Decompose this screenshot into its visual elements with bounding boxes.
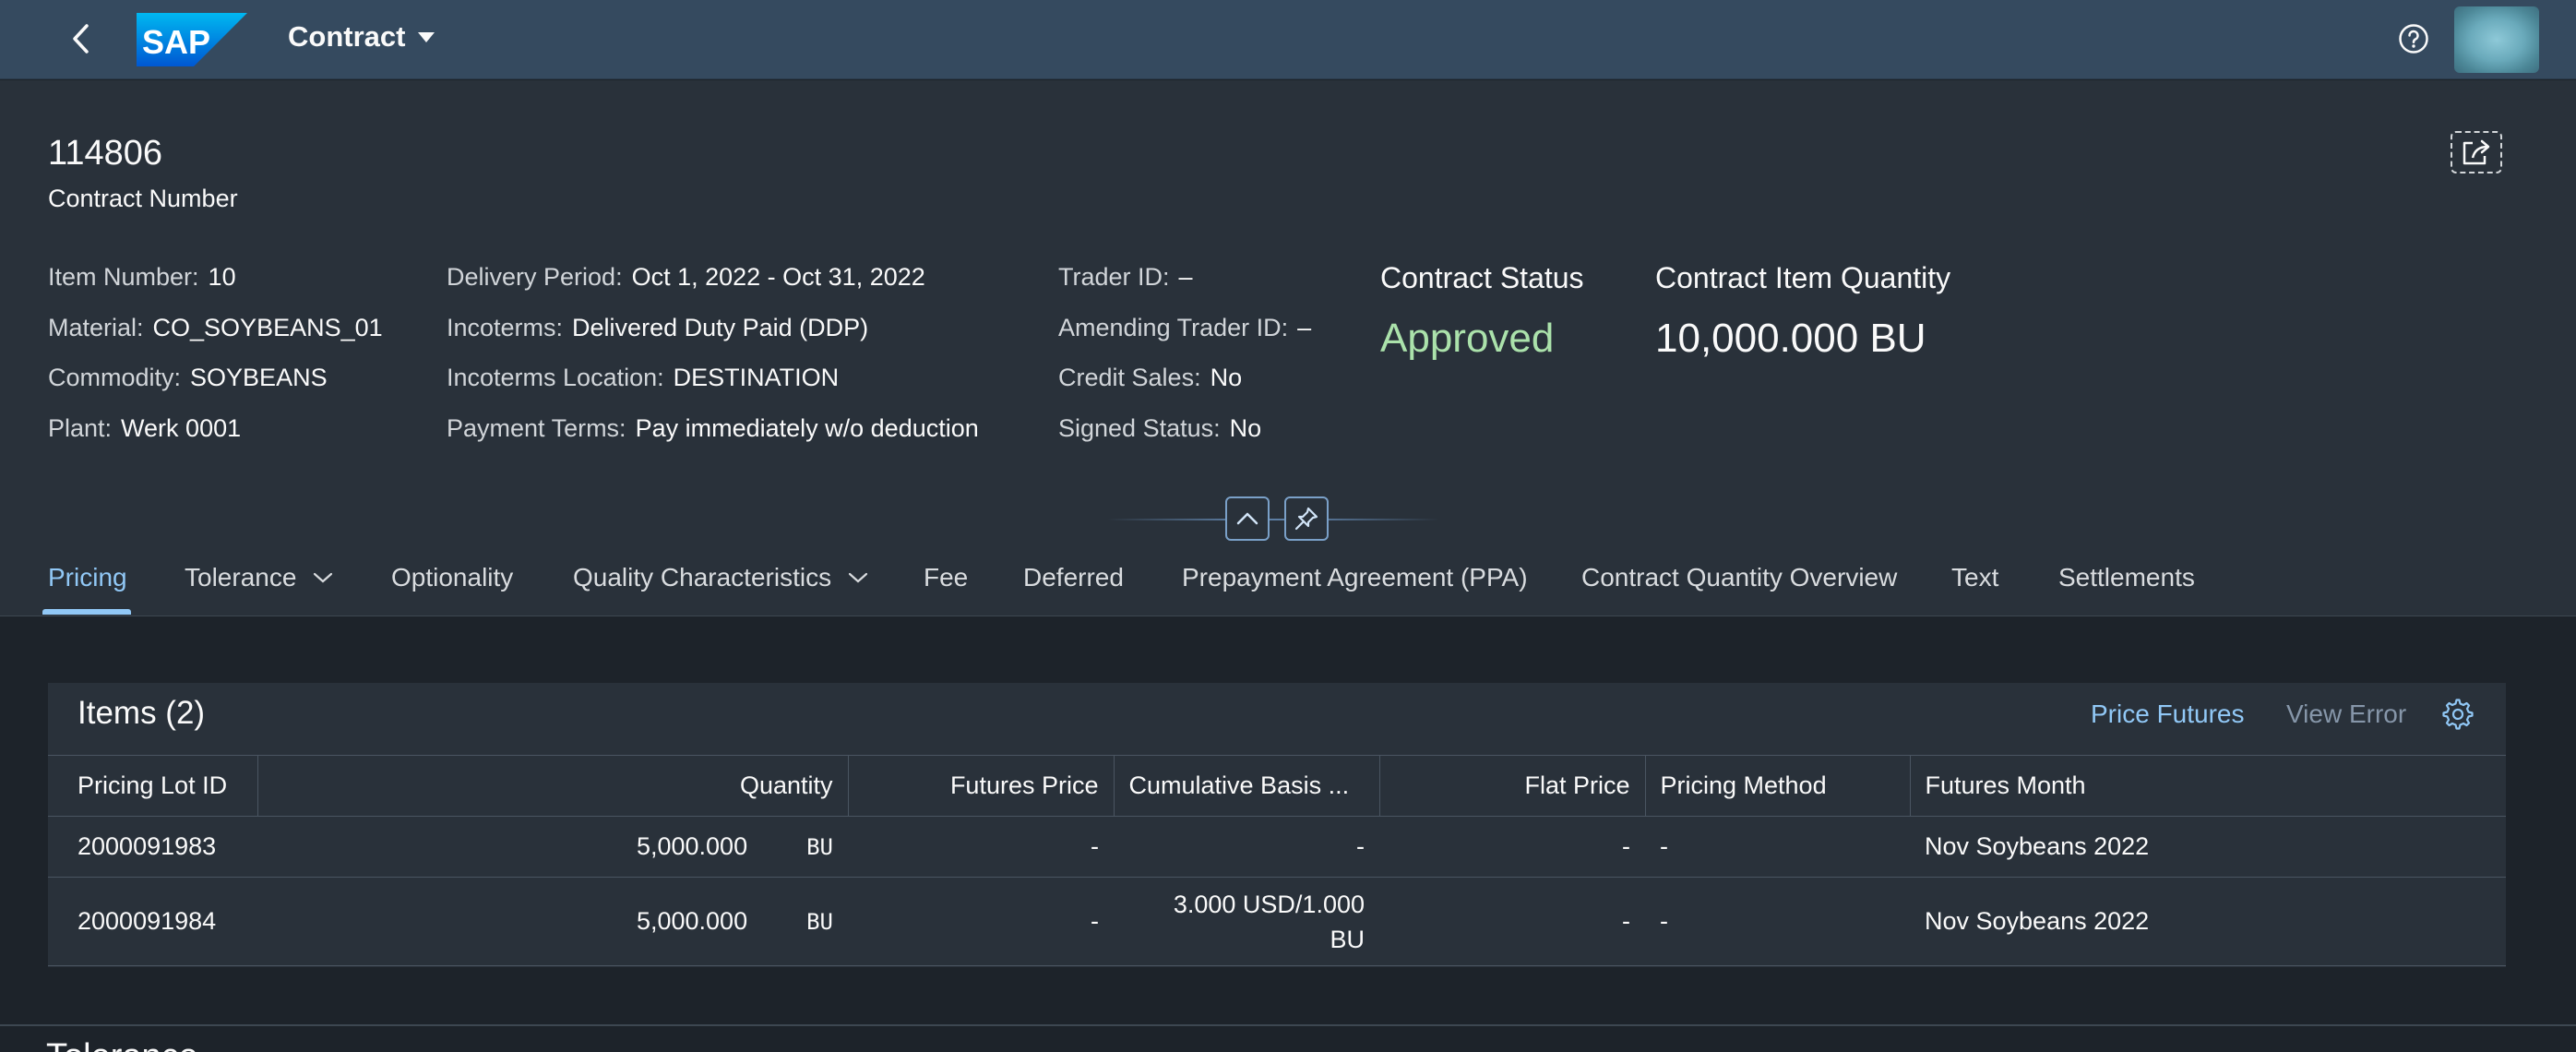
attr-commodity: Commodity: SOYBEANS <box>48 364 328 391</box>
tab-contract-quantity-overview[interactable]: Contract Quantity Overview <box>1581 563 1897 592</box>
back-button[interactable] <box>61 18 101 59</box>
chevron-down-icon <box>848 572 868 583</box>
kpi-contract-status-value: Approved <box>1380 316 1555 361</box>
attribute-group-delivery: Delivery Period: Oct 1, 2022 - Oct 31, 20… <box>447 263 979 464</box>
app-title: Contract <box>288 20 406 53</box>
tab-quality-characteristics[interactable]: Quality Characteristics <box>573 563 868 592</box>
column-header-quantity[interactable]: Quantity <box>256 755 848 817</box>
attr-incoterms-location: Incoterms Location: DESTINATION <box>447 364 840 391</box>
table-header-row: Pricing Lot ID Quantity Futures Price Cu… <box>48 755 2506 817</box>
app-title-menu[interactable]: Contract <box>288 20 435 54</box>
cell-quantity-unit: BU <box>806 834 833 860</box>
tab-settlements[interactable]: Settlements <box>2058 563 2195 592</box>
tab-tolerance[interactable]: Tolerance <box>185 563 333 592</box>
cell-futures-month: Nov Soybeans 2022 <box>1925 832 2150 860</box>
gear-icon <box>2442 699 2474 730</box>
chevron-left-icon <box>73 24 89 54</box>
cell-pricing-method: - <box>1660 907 1668 935</box>
help-icon <box>2399 24 2428 54</box>
attr-credit-sales: Credit Sales: No <box>1058 364 1243 391</box>
attr-material: Material: CO_SOYBEANS_01 <box>48 313 383 341</box>
cell-pricing-method: - <box>1660 832 1668 860</box>
attr-trader-id: Trader ID: – <box>1058 263 1193 291</box>
contract-number-subtitle: Contract Number <box>48 185 238 212</box>
tab-optionality[interactable]: Optionality <box>391 563 513 592</box>
table-row[interactable]: 2000091983 5,000.000 BU - - - - Nov Soybe… <box>48 817 2506 878</box>
attr-incoterms: Incoterms: Delivered Duty Paid (DDP) <box>447 313 869 341</box>
share-icon <box>2463 139 2490 165</box>
price-futures-button[interactable]: Price Futures <box>2091 699 2245 729</box>
cell-pricing-lot-id: 2000091984 <box>78 907 217 935</box>
shell-bar: SAP Contract <box>0 0 2576 79</box>
attribute-group-item: Item Number: 10 Material: CO_SOYBEANS_01 C… <box>48 263 383 464</box>
cell-quantity: 5,000.000 BU <box>636 832 833 860</box>
header-divider <box>1107 519 1439 520</box>
tab-pricing[interactable]: Pricing <box>48 563 127 592</box>
items-table-panel: Items (2) Price Futures View Error Prici… <box>48 683 2506 967</box>
contract-number-title: 114806 <box>48 134 162 173</box>
tab-text[interactable]: Text <box>1951 563 1998 592</box>
tab-deferred[interactable]: Deferred <box>1023 563 1124 592</box>
pin-header-button[interactable] <box>1284 496 1329 541</box>
kpi-quantity-value: 10,000.000 BU <box>1655 316 1926 361</box>
column-header-futures-price[interactable]: Futures Price <box>847 755 1114 817</box>
column-header-flat-price[interactable]: Flat Price <box>1378 755 1645 817</box>
column-header-pricing-lot-id[interactable]: Pricing Lot ID <box>48 756 257 817</box>
column-header-pricing-method[interactable]: Pricing Method <box>1644 755 1910 817</box>
cell-cumulative-basis: - <box>1356 832 1365 860</box>
table-row[interactable]: 2000091984 5,000.000 BU - 3.000 USD/1.000… <box>48 878 2506 966</box>
items-table-title: Items (2) <box>78 695 206 731</box>
table-settings-button[interactable] <box>2439 696 2476 733</box>
share-button[interactable] <box>2451 131 2502 173</box>
cell-futures-price: - <box>1091 832 1099 860</box>
attr-payment-terms: Payment Terms: Pay immediately w/o deduct… <box>447 413 979 442</box>
cell-cumulative-basis-line-1: 3.000 USD/1.000 <box>1173 890 1365 918</box>
next-section-title: Tolerance <box>46 1037 198 1052</box>
chevron-down-icon <box>314 572 333 583</box>
kpi-contract-item-quantity: Contract Item Quantity 10,000.000 BU <box>1655 261 1950 362</box>
tab-fee[interactable]: Fee <box>924 563 968 592</box>
kpi-contract-status: Contract Status Approved <box>1380 261 1584 362</box>
tab-bar: Pricing Tolerance Optionality Quality Ch… <box>0 550 2576 616</box>
caret-down-icon <box>418 31 435 42</box>
cell-cumulative-basis: 3.000 USD/1.000 BU <box>1114 878 1379 966</box>
cell-quantity: 5,000.000 BU <box>636 907 833 935</box>
cell-flat-price: - <box>1622 832 1630 860</box>
cell-futures-price: - <box>1091 907 1099 935</box>
chevron-up-icon <box>1236 512 1258 525</box>
cell-cumulative-basis-line-2: BU <box>1330 925 1365 953</box>
attr-signed-status: Signed Status: No <box>1058 413 1262 442</box>
attr-plant: Plant: Werk 0001 <box>48 413 242 442</box>
cell-flat-price: - <box>1622 907 1630 935</box>
attr-delivery-period: Delivery Period: Oct 1, 2022 - Oct 31, 20… <box>447 263 925 291</box>
items-table: Pricing Lot ID Quantity Futures Price Cu… <box>48 755 2506 966</box>
active-tab-indicator <box>42 609 131 615</box>
sap-logo[interactable]: SAP <box>137 13 247 66</box>
collapse-header-button[interactable] <box>1225 496 1270 541</box>
tab-prepayment-agreement[interactable]: Prepayment Agreement (PPA) <box>1182 563 1528 592</box>
attribute-group-trader: Trader ID: – Amending Trader ID: – Credit … <box>1058 263 1311 464</box>
kpi-contract-status-label: Contract Status <box>1380 261 1584 294</box>
attr-amending-trader-id: Amending Trader ID: – <box>1058 313 1312 341</box>
svg-text:SAP: SAP <box>142 23 210 61</box>
column-header-futures-month[interactable]: Futures Month <box>1909 755 2506 817</box>
view-error-button[interactable]: View Error <box>2286 699 2406 729</box>
cell-pricing-lot-id: 2000091983 <box>78 832 217 860</box>
cell-quantity-unit: BU <box>806 909 833 935</box>
user-avatar[interactable] <box>2454 6 2539 73</box>
column-header-cumulative-basis[interactable]: Cumulative Basis ... <box>1113 755 1379 817</box>
section-divider <box>0 1024 2576 1026</box>
pin-icon <box>1294 507 1318 531</box>
cell-futures-month: Nov Soybeans 2022 <box>1925 907 2150 935</box>
kpi-quantity-label: Contract Item Quantity <box>1655 261 1951 294</box>
attr-item-number: Item Number: 10 <box>48 263 236 291</box>
help-button[interactable] <box>2395 20 2432 57</box>
